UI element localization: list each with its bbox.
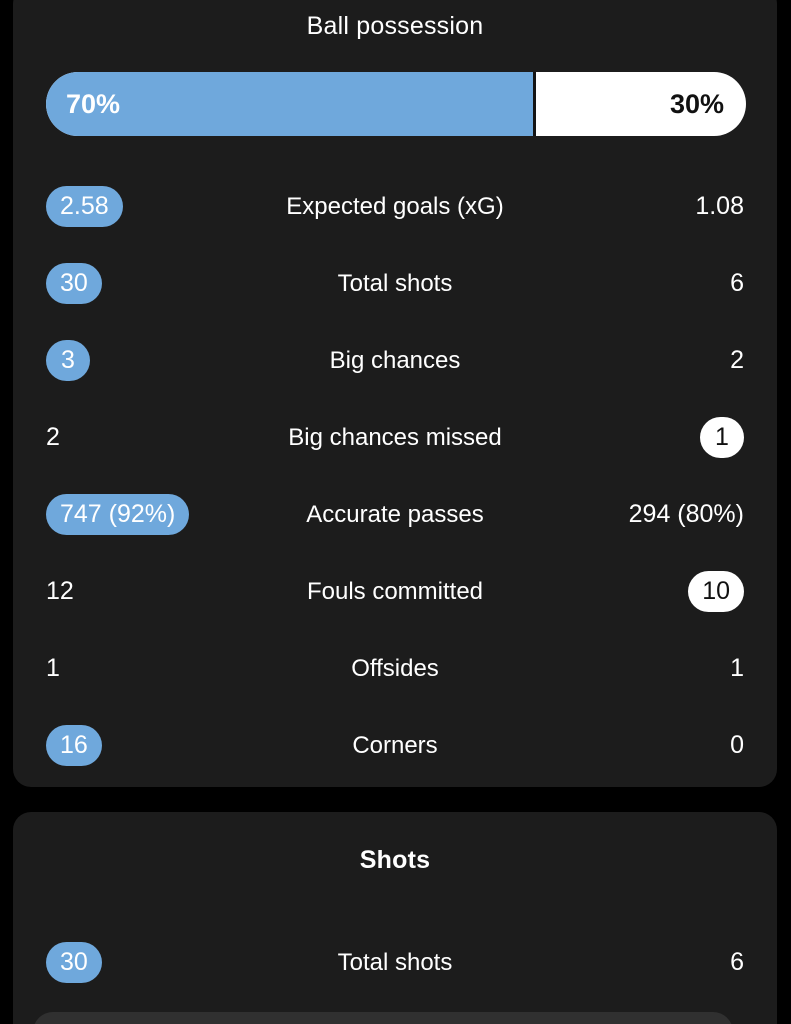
stat-label: Big chances <box>329 346 461 374</box>
stat-label: Corners <box>352 731 438 759</box>
stat-home-value: 12 <box>46 577 74 605</box>
possession-home-percent: 70% <box>66 88 121 119</box>
match-statistics-screen: Ball possession 70% 30% 2.58 Expected goa… <box>0 0 791 1024</box>
stat-away-cell: 1 <box>700 417 744 458</box>
stat-away-cell: 2 <box>730 346 744 375</box>
stat-home-value: 16 <box>46 725 102 766</box>
stat-label: Fouls committed <box>306 577 484 605</box>
stat-home-value: 30 <box>46 263 102 304</box>
stat-row: 30 Total shots 6 <box>13 924 777 1001</box>
stat-home-value: 1 <box>46 654 60 682</box>
stat-label: Offsides <box>351 654 439 682</box>
stat-row: 12 Fouls committed 10 <box>13 553 777 630</box>
stat-away-cell: 294 (80%) <box>629 500 744 529</box>
stat-home-value: 30 <box>46 942 102 983</box>
stat-home-cell: 12 <box>46 577 74 606</box>
section-title-ball-possession: Ball possession <box>306 12 484 40</box>
next-stat-bar-partial <box>33 1012 733 1024</box>
stat-home-cell: 3 <box>46 340 90 381</box>
stat-away-value: 6 <box>730 269 744 297</box>
stat-row: 2 Big chances missed 1 <box>13 399 777 476</box>
stat-home-cell: 30 <box>46 263 102 304</box>
stat-away-value: 1 <box>700 417 744 458</box>
stat-away-cell: 1.08 <box>695 192 744 221</box>
stat-home-value: 2.58 <box>46 186 123 227</box>
stat-label: Total shots <box>337 269 453 297</box>
stat-away-value: 0 <box>730 731 744 759</box>
stat-row: 16 Corners 0 <box>13 707 777 784</box>
possession-bar-away-segment: 30% <box>536 72 746 136</box>
stat-label: Total shots <box>337 948 453 976</box>
stat-away-cell: 10 <box>688 571 744 612</box>
stat-row: 30 Total shots 6 <box>13 245 777 322</box>
stat-label: Big chances missed <box>288 423 502 451</box>
stat-home-cell: 2.58 <box>46 186 123 227</box>
stat-home-cell: 2 <box>46 423 60 452</box>
stat-away-value: 2 <box>730 346 744 374</box>
section-title-shots: Shots <box>359 846 431 874</box>
stat-away-cell: 0 <box>730 731 744 760</box>
stat-away-value: 10 <box>688 571 744 612</box>
possession-stat-rows: 2.58 Expected goals (xG) 1.08 30 Total shots… <box>13 168 777 784</box>
stat-away-cell: 6 <box>730 948 744 977</box>
stat-home-value: 2 <box>46 423 60 451</box>
stat-away-value: 6 <box>730 948 744 976</box>
stat-home-cell: 1 <box>46 654 60 683</box>
ball-possession-card: Ball possession 70% 30% 2.58 Expected goa… <box>13 0 777 787</box>
stat-away-cell: 1 <box>730 654 744 683</box>
stat-away-value: 1 <box>730 654 744 682</box>
possession-bar-home-segment: 70% <box>46 72 536 136</box>
stat-home-value: 3 <box>46 340 90 381</box>
possession-away-percent: 30% <box>669 88 724 119</box>
stat-row: 3 Big chances 2 <box>13 322 777 399</box>
shots-card: Shots 30 Total shots 6 <box>13 812 777 1024</box>
shots-stat-rows: 30 Total shots 6 <box>13 924 777 1001</box>
possession-bar: 70% 30% <box>46 72 746 136</box>
stat-row: 747 (92%) Accurate passes 294 (80%) <box>13 476 777 553</box>
stat-home-value: 747 (92%) <box>46 494 190 535</box>
stat-home-cell: 747 (92%) <box>46 494 190 535</box>
stat-row: 2.58 Expected goals (xG) 1.08 <box>13 168 777 245</box>
stat-row: 1 Offsides 1 <box>13 630 777 707</box>
stat-away-value: 1.08 <box>695 192 744 220</box>
stat-away-value: 294 (80%) <box>628 500 744 528</box>
stat-label: Expected goals (xG) <box>286 192 504 220</box>
stat-home-cell: 30 <box>46 942 102 983</box>
stat-away-cell: 6 <box>730 269 744 298</box>
stat-home-cell: 16 <box>46 725 102 766</box>
